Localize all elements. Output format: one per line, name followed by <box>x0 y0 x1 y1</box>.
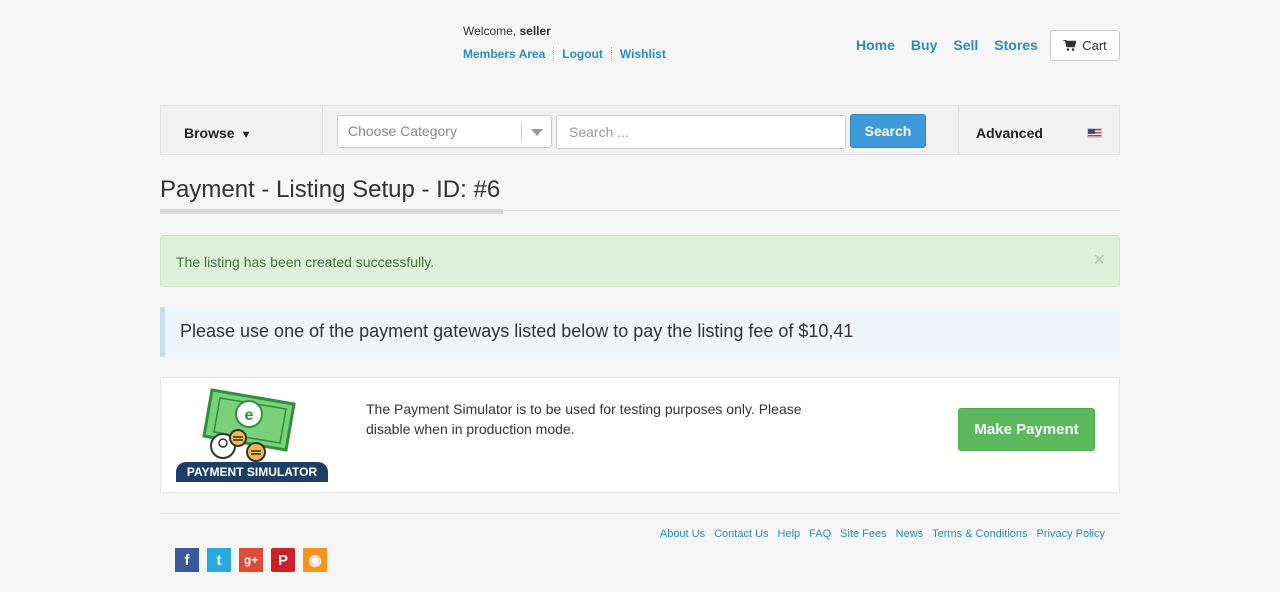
wishlist-link[interactable]: Wishlist <box>620 47 674 61</box>
divider <box>958 106 959 154</box>
footer-link-about[interactable]: About Us <box>660 528 705 540</box>
nav-sell[interactable]: Sell <box>953 37 978 53</box>
nav-buy[interactable]: Buy <box>911 37 937 53</box>
us-flag-icon[interactable] <box>1087 128 1102 138</box>
twitter-icon[interactable]: t <box>207 548 231 572</box>
alert-message: The listing has been created successfull… <box>176 254 435 270</box>
caret-down-icon: ▼ <box>240 129 252 141</box>
page-title: Payment - Listing Setup - ID: #6 <box>160 176 501 203</box>
footer-links: About Us Contact Us Help FAQ Site Fees N… <box>660 528 1105 540</box>
footer-rule <box>160 513 1120 514</box>
logo-text: PAYMENT SIMULATOR <box>176 462 328 482</box>
user-links: Members Area Logout Wishlist <box>463 47 682 61</box>
footer-link-contact[interactable]: Contact Us <box>714 528 768 540</box>
divider <box>322 106 323 154</box>
title-underline <box>160 209 503 214</box>
payment-gateway-row: e PAYMENT SIMULATOR The Payment Simulato… <box>160 377 1120 493</box>
category-placeholder: Choose Category <box>348 123 457 139</box>
rss-icon[interactable]: ◉ <box>303 548 327 572</box>
footer-link-privacy[interactable]: Privacy Policy <box>1037 528 1105 540</box>
members-area-link[interactable]: Members Area <box>463 47 555 61</box>
cart-label: Cart <box>1082 38 1107 53</box>
browse-dropdown[interactable]: Browse ▼ <box>184 125 251 141</box>
select-divider <box>521 122 522 142</box>
footer-link-help[interactable]: Help <box>778 528 801 540</box>
footer-link-news[interactable]: News <box>896 528 924 540</box>
gateway-description: The Payment Simulator is to be used for … <box>366 401 802 437</box>
payment-simulator-logo: e PAYMENT SIMULATOR <box>176 388 328 483</box>
footer-link-site-fees[interactable]: Site Fees <box>840 528 886 540</box>
welcome-prefix: Welcome, <box>463 24 517 38</box>
welcome-text: Welcome, seller <box>463 24 551 38</box>
svg-text:e: e <box>245 407 254 424</box>
success-alert: The listing has been created successfull… <box>160 235 1120 287</box>
nav-stores[interactable]: Stores <box>994 37 1038 53</box>
search-button[interactable]: Search <box>850 114 926 148</box>
info-message: Please use one of the payment gateways l… <box>180 321 854 341</box>
logout-link[interactable]: Logout <box>562 47 612 61</box>
cart-button[interactable]: Cart <box>1050 30 1120 61</box>
shopping-cart-icon <box>1063 40 1077 51</box>
facebook-icon[interactable]: f <box>175 548 199 572</box>
browse-label: Browse <box>184 125 235 141</box>
social-icons: f t g+ P ◉ <box>175 548 327 572</box>
footer-link-faq[interactable]: FAQ <box>809 528 831 540</box>
payment-info-callout: Please use one of the payment gateways l… <box>160 307 1120 357</box>
footer-link-terms[interactable]: Terms & Conditions <box>932 528 1027 540</box>
search-input[interactable] <box>556 115 846 149</box>
close-icon[interactable]: × <box>1093 250 1105 270</box>
google-plus-icon[interactable]: g+ <box>239 548 263 572</box>
chevron-down-icon <box>531 129 543 136</box>
pinterest-icon[interactable]: P <box>271 548 295 572</box>
username: seller <box>519 24 551 38</box>
make-payment-button[interactable]: Make Payment <box>958 408 1095 451</box>
search-bar: Browse ▼ Choose Category Search Advanced <box>160 105 1120 155</box>
category-select[interactable]: Choose Category <box>337 115 552 148</box>
nav-home[interactable]: Home <box>856 37 895 53</box>
main-nav: Home Buy Sell Stores <box>856 37 1038 53</box>
advanced-search-link[interactable]: Advanced <box>976 125 1043 141</box>
